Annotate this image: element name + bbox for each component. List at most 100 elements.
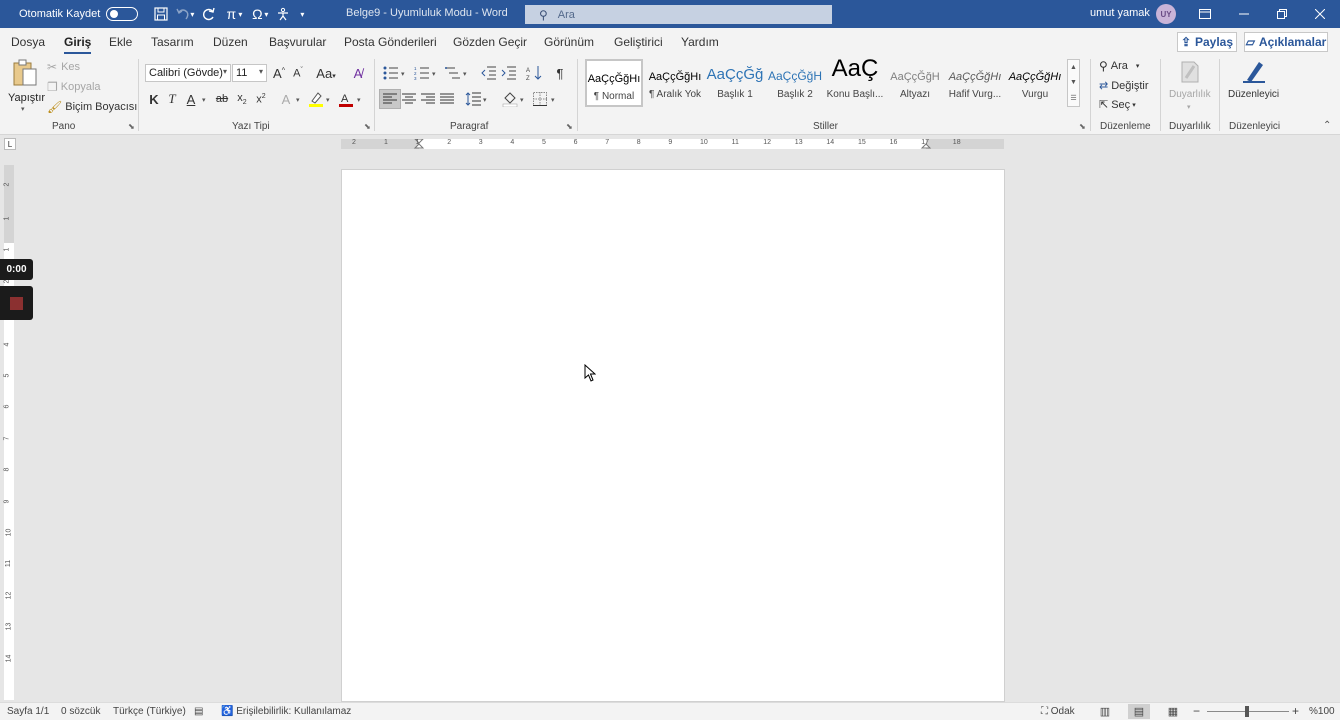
chevron-up-icon[interactable]: ▲ (1070, 64, 1077, 71)
shrink-font-button[interactable]: Aˇ (287, 63, 309, 83)
text-effects-dropdown-icon[interactable]: ▾ (296, 96, 300, 104)
tab-home[interactable]: Giriş (64, 35, 92, 54)
highlight-dropdown-icon[interactable]: ▾ (326, 96, 330, 104)
chevron-down-icon[interactable]: ▼ (1070, 79, 1077, 86)
tab-review[interactable]: Gözden Geçir (453, 35, 527, 49)
more-styles-icon[interactable]: ☰ (1070, 94, 1076, 102)
style-normal[interactable]: AaÇçĞğHı ¶ Normal (585, 59, 643, 107)
accessibility-status[interactable]: ♿ Erişilebilirlik: Kullanılamaz (221, 706, 351, 717)
replace-button[interactable]: ⇄ Değiştir (1099, 79, 1149, 93)
equation-dropdown-icon[interactable]: ▾ (238, 10, 242, 19)
increase-indent-button[interactable] (498, 63, 520, 83)
tab-references[interactable]: Başvurular (269, 35, 326, 49)
comments-button[interactable]: ▱ Açıklamalar (1244, 32, 1328, 52)
decrease-indent-button[interactable] (478, 63, 500, 83)
tab-view[interactable]: Görünüm (544, 35, 594, 49)
zoom-out-button[interactable]: − (1193, 704, 1200, 718)
superscript-button[interactable]: x2 (250, 89, 272, 109)
sort-button[interactable]: AZ (523, 63, 545, 83)
clear-formatting-button[interactable]: A̸ (347, 63, 369, 83)
tab-mailings[interactable]: Posta Gönderileri (344, 35, 437, 49)
font-color-button[interactable]: A (335, 89, 357, 109)
clipboard-launcher-icon[interactable]: ⬊ (128, 122, 135, 131)
restore-icon[interactable] (1264, 0, 1300, 28)
page-count[interactable]: Sayfa 1/1 (7, 706, 49, 717)
borders-button[interactable] (529, 89, 551, 109)
style-heading-1[interactable]: AaÇçĞğ Başlık 1 (706, 59, 764, 107)
symbol-dropdown-icon[interactable]: ▾ (264, 10, 268, 19)
font-name-select[interactable]: Calibri (Gövde) ▾ (145, 64, 231, 82)
format-painter-button[interactable]: 🖌 Biçim Boyacısı (47, 100, 137, 114)
language-indicator[interactable]: Türkçe (Türkiye) (113, 706, 186, 717)
print-layout-button[interactable]: ▤ (1128, 704, 1150, 719)
close-icon[interactable] (1302, 0, 1338, 28)
tab-selector-icon[interactable]: L (4, 138, 16, 150)
autosave-toggle[interactable] (106, 7, 139, 21)
sensitivity-button[interactable]: Duyarlılık ▾ (1166, 58, 1214, 116)
web-layout-button[interactable]: ▦ (1162, 704, 1184, 719)
horizontal-ruler[interactable] (341, 139, 1004, 149)
tab-help[interactable]: Yardım (681, 35, 719, 49)
tab-layout[interactable]: Düzen (213, 35, 248, 49)
style-emphasis[interactable]: AaÇçĞğHı Vurgu (1006, 59, 1064, 107)
bullets-button[interactable] (380, 63, 402, 83)
strikethrough-button[interactable]: ab (211, 89, 233, 109)
stop-recording-button[interactable] (0, 286, 33, 320)
font-launcher-icon[interactable]: ⬊ (364, 122, 371, 131)
font-size-select[interactable]: 11 ▾ (232, 64, 267, 82)
zoom-slider-thumb[interactable] (1245, 706, 1249, 717)
undo-icon[interactable] (172, 3, 194, 25)
zoom-in-button[interactable]: + (1292, 704, 1299, 718)
style-no-spacing[interactable]: AaÇçĞğHı ¶ Aralık Yok (646, 59, 704, 107)
copy-button[interactable]: ❐ Kopyala (47, 80, 101, 94)
paste-button[interactable]: Yapıştır ▾ (8, 59, 45, 117)
avatar[interactable]: UY (1156, 4, 1176, 24)
underline-button[interactable]: A (180, 89, 202, 109)
change-case-button[interactable]: Aa▾ (313, 63, 339, 83)
font-color-dropdown-icon[interactable]: ▾ (357, 96, 361, 104)
shading-dropdown-icon[interactable]: ▾ (520, 96, 524, 104)
line-spacing-dropdown-icon[interactable]: ▾ (483, 96, 487, 104)
select-button[interactable]: ⇱ Seç ▾ (1099, 98, 1136, 112)
show-formatting-button[interactable]: ¶ (549, 63, 571, 83)
numbering-dropdown-icon[interactable]: ▾ (432, 70, 436, 78)
multilevel-dropdown-icon[interactable]: ▾ (463, 70, 467, 78)
vertical-ruler[interactable]: 211234567891011121314 (3, 165, 14, 700)
accessibility-checker-icon[interactable] (272, 3, 294, 25)
text-effects-button[interactable]: A (275, 89, 297, 109)
shading-button[interactable] (499, 89, 521, 109)
search-box[interactable]: ⚲ Ara (525, 5, 832, 24)
redo-icon[interactable] (198, 3, 220, 25)
word-count[interactable]: 0 sözcük (61, 706, 100, 717)
underline-dropdown-icon[interactable]: ▾ (202, 96, 206, 104)
line-spacing-button[interactable] (462, 89, 484, 109)
ribbon-display-options-icon[interactable] (1187, 0, 1223, 28)
read-mode-button[interactable]: ▥ (1094, 704, 1116, 719)
document-page[interactable] (341, 169, 1005, 702)
save-icon[interactable] (150, 3, 172, 25)
tab-insert[interactable]: Ekle (109, 35, 132, 49)
customize-toolbar-icon[interactable]: ▾ (300, 10, 304, 19)
style-subtitle[interactable]: AaÇçĞğH Altyazı (886, 59, 944, 107)
style-heading-2[interactable]: AaÇçĞğH Başlık 2 (766, 59, 824, 107)
multilevel-list-button[interactable] (442, 63, 464, 83)
styles-launcher-icon[interactable]: ⬊ (1079, 122, 1086, 131)
style-title[interactable]: AaÇ Konu Başlı... (826, 59, 884, 107)
styles-gallery-scroll[interactable]: ▲ ▼ ☰ (1067, 59, 1080, 107)
numbering-button[interactable]: 123 (411, 63, 433, 83)
find-button[interactable]: ⚲ Ara ▾ (1099, 59, 1139, 73)
highlight-button[interactable] (305, 89, 327, 109)
collapse-ribbon-icon[interactable]: ⌃ (1323, 120, 1331, 131)
minimize-icon[interactable] (1226, 0, 1262, 28)
macro-record-icon[interactable]: ▤ (194, 706, 203, 717)
share-button[interactable]: ⇪ Paylaş (1177, 32, 1237, 52)
focus-mode-button[interactable]: ⛶ Odak (1041, 706, 1075, 717)
user-name[interactable]: umut yamak (1090, 7, 1150, 19)
editor-button[interactable]: Düzenleyici (1225, 58, 1283, 116)
paragraph-launcher-icon[interactable]: ⬊ (566, 122, 573, 131)
zoom-level[interactable]: %100 (1309, 706, 1335, 717)
justify-button[interactable] (436, 89, 458, 109)
tab-file[interactable]: Dosya (11, 35, 45, 49)
borders-dropdown-icon[interactable]: ▾ (551, 96, 555, 104)
bullets-dropdown-icon[interactable]: ▾ (401, 70, 405, 78)
